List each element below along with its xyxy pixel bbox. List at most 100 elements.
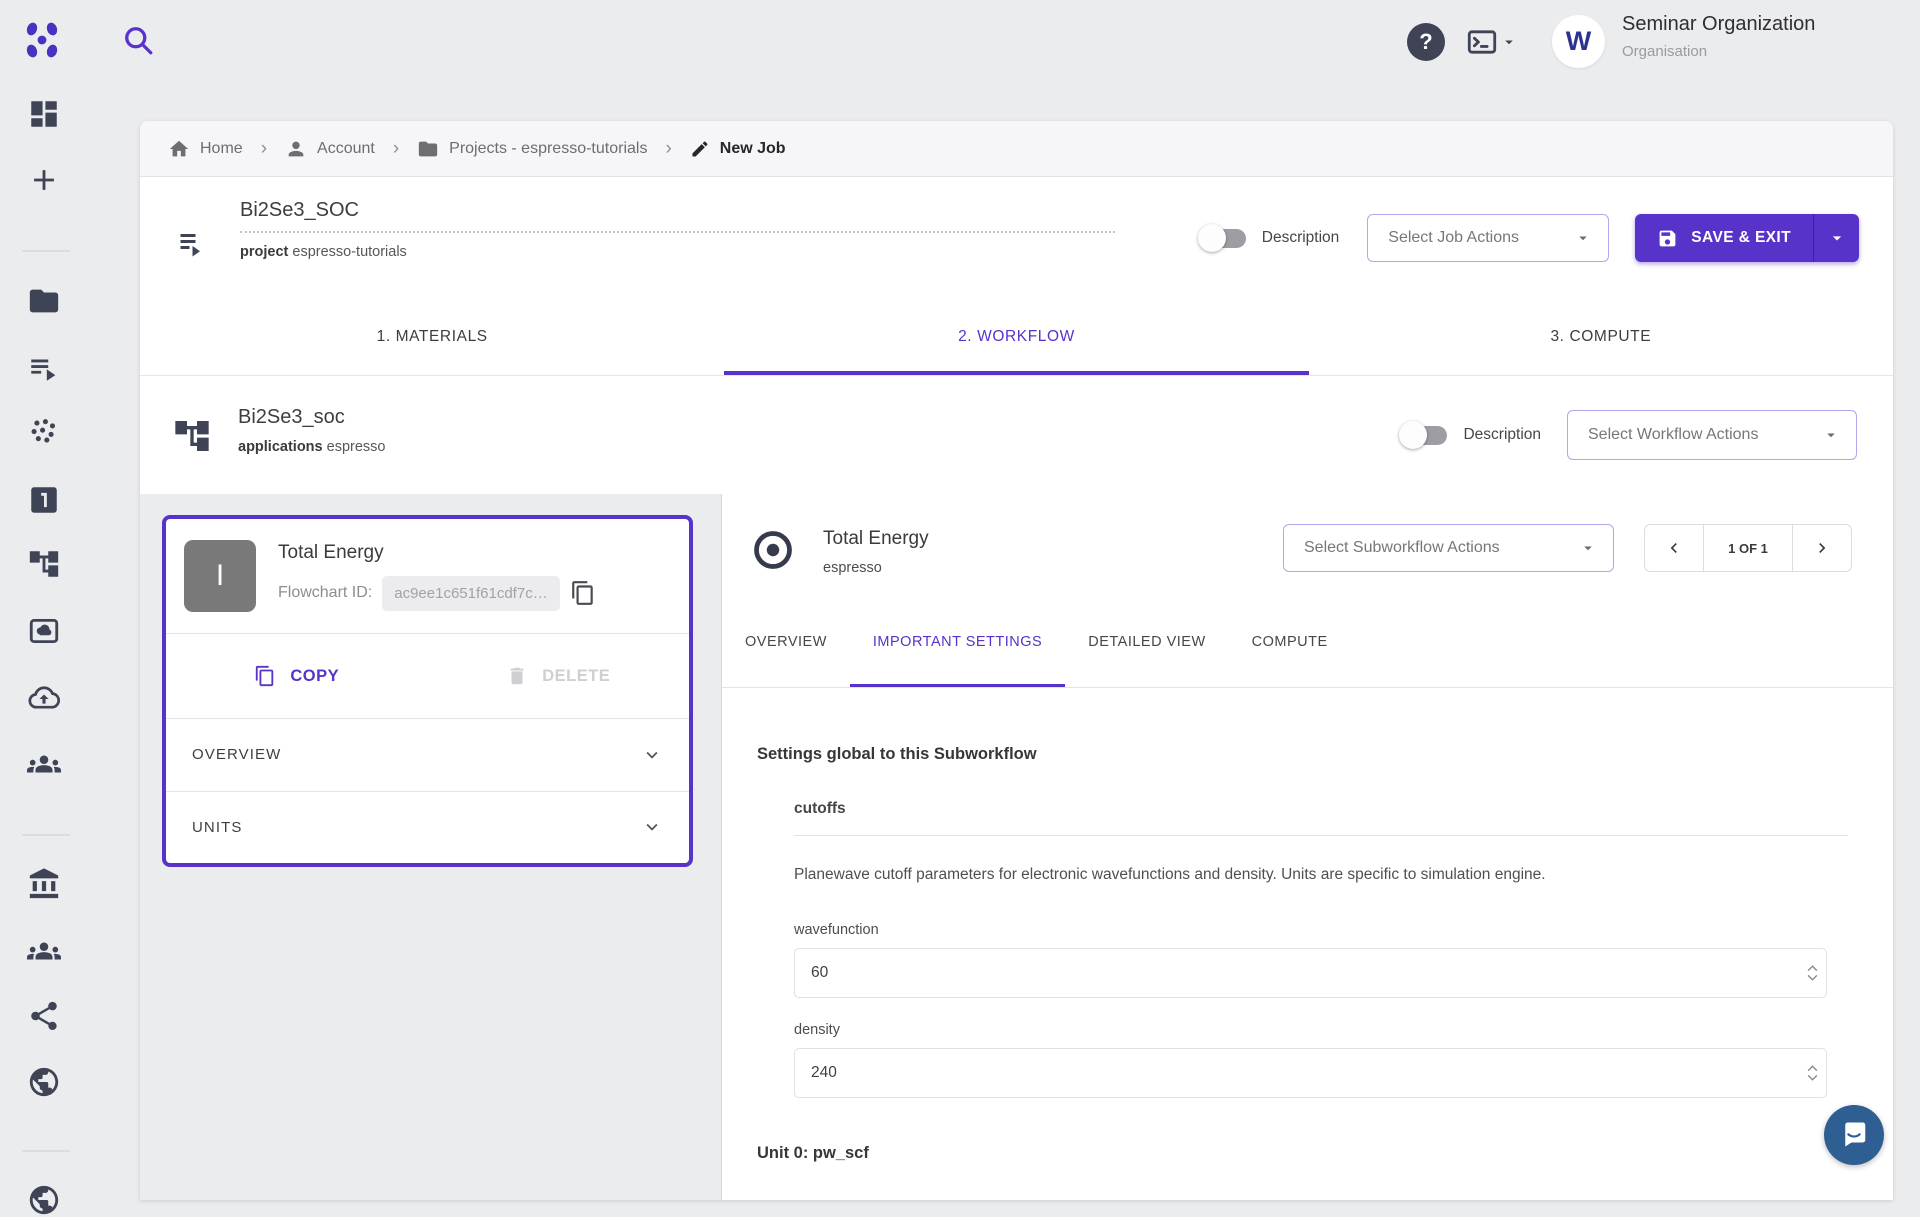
copy-icon xyxy=(254,665,276,687)
workflow-description-label: Description xyxy=(1463,426,1541,444)
institution-icon[interactable] xyxy=(27,867,61,901)
pager-prev-button[interactable] xyxy=(1645,525,1703,571)
chevron-right-icon: › xyxy=(255,138,273,160)
home-icon xyxy=(168,138,190,160)
applications-value: espresso xyxy=(327,439,386,455)
chevron-down-icon xyxy=(1827,228,1847,248)
pager-label: 1 OF 1 xyxy=(1703,525,1793,571)
workflow-actions-dropdown[interactable]: Select Workflow Actions xyxy=(1567,410,1857,460)
accordion-label: OVERVIEW xyxy=(192,746,281,763)
cutoffs-group: cutoffs Planewave cutoff parameters for … xyxy=(794,800,1848,1098)
save-icon xyxy=(1657,228,1678,249)
console-menu-button[interactable] xyxy=(1466,28,1518,56)
tab-workflow[interactable]: 2. WORKFLOW xyxy=(724,299,1308,375)
unit-units-accordion[interactable]: UNITS xyxy=(166,791,689,864)
workflow-title[interactable]: Bi2Se3_soc xyxy=(238,406,385,429)
breadcrumb-label: Account xyxy=(317,140,375,158)
applications-label: applications xyxy=(238,439,323,455)
org-switcher[interactable]: Seminar Organization Organisation xyxy=(1622,13,1815,60)
trash-icon xyxy=(506,665,528,687)
workflow-description-toggle[interactable] xyxy=(1399,421,1447,449)
flowchart-id-value[interactable]: ac9ee1c651f61cdf7c… xyxy=(382,576,559,611)
tab-compute[interactable]: COMPUTE xyxy=(1229,600,1351,687)
job-playlist-icon xyxy=(176,225,212,261)
help-icon[interactable]: ? xyxy=(1407,23,1445,61)
public-globe-icon[interactable] xyxy=(27,1065,61,1099)
tab-important-settings[interactable]: IMPORTANT SETTINGS xyxy=(850,600,1065,687)
density-input[interactable] xyxy=(794,1048,1827,1098)
save-options-caret[interactable] xyxy=(1813,214,1859,262)
chevron-down-icon xyxy=(1574,229,1592,247)
subworkflow-pager: 1 OF 1 xyxy=(1644,524,1852,572)
tab-detailed-view[interactable]: DETAILED VIEW xyxy=(1065,600,1228,687)
subworkflow-panel: Total Energy espresso Select Subworkflow… xyxy=(722,494,1893,1200)
pager-next-button[interactable] xyxy=(1793,525,1851,571)
avatar[interactable]: W xyxy=(1552,15,1605,68)
share-icon[interactable] xyxy=(27,999,61,1033)
unit-delete-button[interactable]: DELETE xyxy=(428,665,690,687)
selected-unit-card[interactable]: I Total Energy Flowchart ID: ac9ee1c651f… xyxy=(162,515,693,867)
folder-icon[interactable] xyxy=(27,284,61,318)
density-stepper[interactable] xyxy=(1807,1065,1818,1082)
tab-materials[interactable]: 1. MATERIALS xyxy=(140,299,724,375)
community-icon[interactable] xyxy=(27,934,61,968)
job-actions-label: Select Job Actions xyxy=(1388,229,1519,247)
group-divider xyxy=(794,835,1848,836)
materials-atoms-icon[interactable] xyxy=(27,416,61,450)
main-content-card: Home › Account › Projects - espresso-tut… xyxy=(140,121,1893,1200)
subworkflow-tabs: OVERVIEW IMPORTANT SETTINGS DETAILED VIE… xyxy=(722,600,1893,688)
save-exit-label: SAVE & EXIT xyxy=(1691,229,1791,247)
breadcrumb-project[interactable]: Projects - espresso-tutorials xyxy=(417,138,647,160)
dashboard-icon[interactable] xyxy=(27,97,61,131)
breadcrumb: Home › Account › Projects - espresso-tut… xyxy=(140,121,1893,177)
unit-heading: Unit 0: pw_scf xyxy=(757,1144,1893,1163)
breadcrumb-label: Projects - espresso-tutorials xyxy=(449,140,647,158)
chevron-right-icon: › xyxy=(387,138,405,160)
copy-id-icon[interactable] xyxy=(570,580,596,606)
breadcrumb-current: New Job xyxy=(690,139,786,159)
search-icon[interactable] xyxy=(120,22,156,58)
subworkflow-title: Total Energy xyxy=(823,528,929,550)
add-icon[interactable] xyxy=(27,163,61,197)
subworkflow-settings: Settings global to this Subworkflow cuto… xyxy=(722,688,1893,1200)
unit-card-actions: COPY DELETE xyxy=(166,634,689,719)
tab-overview[interactable]: OVERVIEW xyxy=(722,600,850,687)
job-title[interactable]: Bi2Se3_SOC xyxy=(240,199,1115,222)
job-actions-dropdown[interactable]: Select Job Actions xyxy=(1367,214,1609,262)
workflow-header: Bi2Se3_soc applications espresso Descrip… xyxy=(140,376,1893,494)
wavefunction-input[interactable] xyxy=(794,948,1827,998)
tab-compute[interactable]: 3. COMPUTE xyxy=(1309,299,1893,375)
breadcrumb-home[interactable]: Home xyxy=(168,138,243,160)
job-description-toggle[interactable] xyxy=(1198,224,1246,252)
org-role: Organisation xyxy=(1622,43,1815,60)
unit-copy-button[interactable]: COPY xyxy=(166,665,428,687)
pencil-icon xyxy=(690,139,710,159)
bank-images-icon[interactable] xyxy=(27,614,61,648)
wavefunction-field xyxy=(794,948,1827,998)
wavefunction-stepper[interactable] xyxy=(1807,965,1818,982)
save-exit-button[interactable]: SAVE & EXIT xyxy=(1635,214,1859,262)
unit-overview-accordion[interactable]: OVERVIEW xyxy=(166,719,689,791)
breadcrumb-account[interactable]: Account xyxy=(285,138,375,160)
unit-one-icon[interactable] xyxy=(27,483,61,517)
sidebar-divider xyxy=(22,1150,70,1152)
jobs-playlist-icon[interactable] xyxy=(27,351,61,385)
workflow-actions-label: Select Workflow Actions xyxy=(1588,426,1758,444)
workflow-tree-icon xyxy=(172,416,212,456)
workflows-tree-icon[interactable] xyxy=(27,547,61,581)
job-step-tabs: 1. MATERIALS 2. WORKFLOW 3. COMPUTE xyxy=(140,299,1893,376)
wavefunction-label: wavefunction xyxy=(794,922,1848,938)
chevron-down-icon xyxy=(1822,426,1840,444)
mat3ra-logo-icon[interactable] xyxy=(20,18,64,62)
chevron-left-icon xyxy=(1664,538,1684,558)
chat-launcher[interactable] xyxy=(1824,1105,1884,1165)
unit-card-header: I Total Energy Flowchart ID: ac9ee1c651f… xyxy=(166,519,689,634)
subworkflow-actions-dropdown[interactable]: Select Subworkflow Actions xyxy=(1283,524,1614,572)
cloud-upload-icon[interactable] xyxy=(27,681,61,715)
chat-bubble-icon xyxy=(1839,1120,1869,1150)
public-globe-partial-icon[interactable] xyxy=(27,1183,61,1217)
density-label: density xyxy=(794,1022,1848,1038)
team-icon[interactable] xyxy=(27,747,61,781)
flowchart-panel: I Total Energy Flowchart ID: ac9ee1c651f… xyxy=(140,494,722,1200)
chevron-down-icon xyxy=(641,744,663,766)
